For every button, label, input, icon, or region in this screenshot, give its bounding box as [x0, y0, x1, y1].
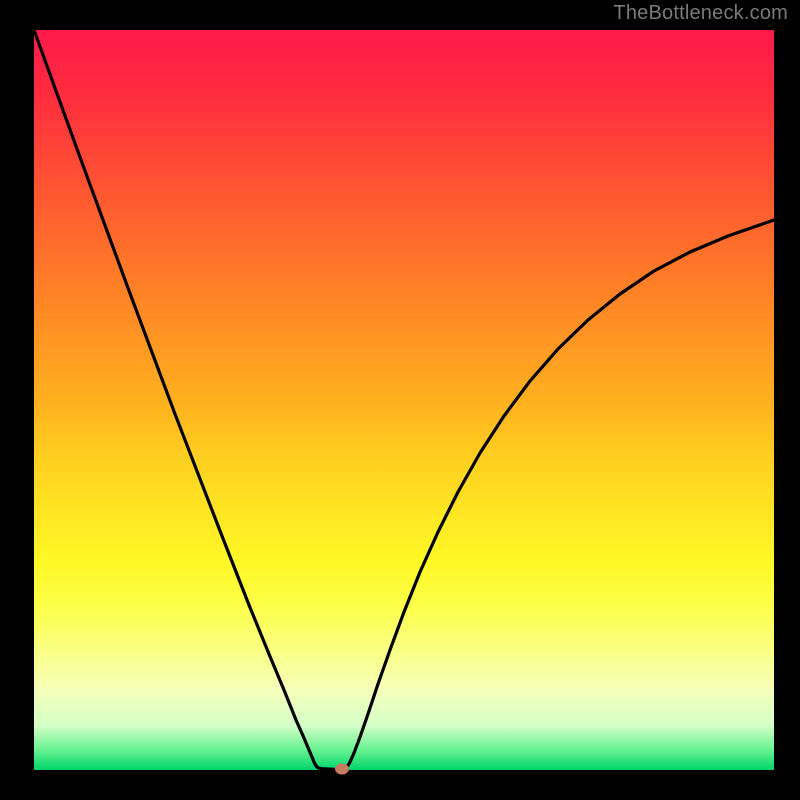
- curve-left-branch: [34, 30, 342, 769]
- attribution-text: TheBottleneck.com: [613, 2, 788, 25]
- curve-right-branch: [342, 220, 774, 769]
- curve-svg: [34, 30, 774, 770]
- plot-area: [34, 30, 774, 770]
- chart-frame: TheBottleneck.com: [0, 0, 800, 800]
